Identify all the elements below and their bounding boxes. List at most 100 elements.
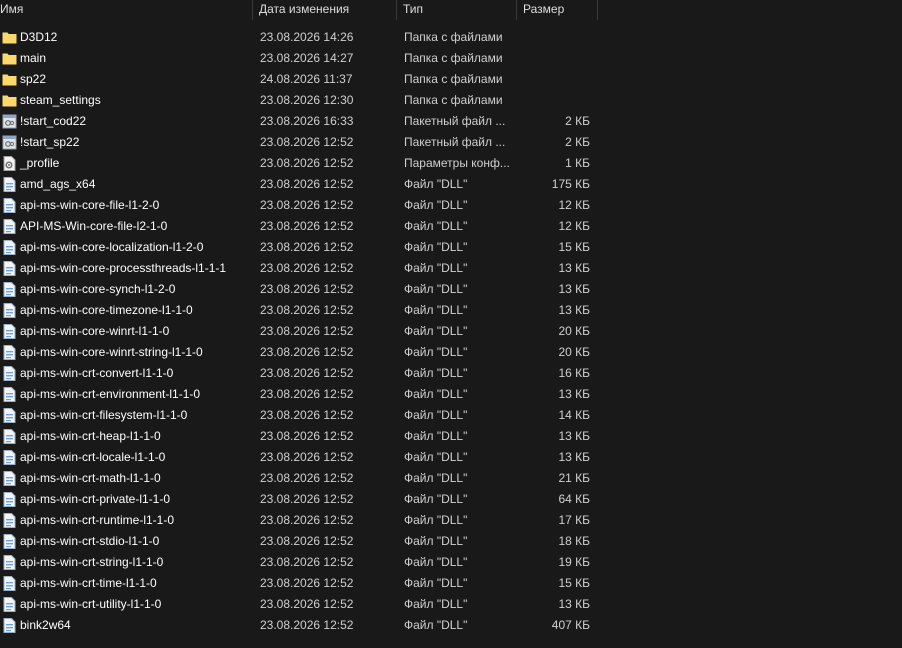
file-type: Файл "DLL" — [404, 471, 468, 485]
file-type: Файл "DLL" — [404, 429, 468, 443]
file-name: api-ms-win-core-winrt-string-l1-1-0 — [20, 345, 203, 359]
file-row[interactable]: _profile 23.08.2026 12:52 Параметры конф..… — [0, 153, 902, 174]
file-type: Файл "DLL" — [404, 345, 468, 359]
file-type: Файл "DLL" — [404, 408, 468, 422]
file-size: 1 КБ — [565, 156, 590, 170]
file-row[interactable]: amd_ags_x64 23.08.2026 12:52 Файл "DLL" 175… — [0, 174, 902, 195]
file-row[interactable]: main 23.08.2026 14:27 Папка с файлами — [0, 48, 902, 69]
column-header-type-label: Тип — [403, 2, 424, 16]
file-name: api-ms-win-crt-filesystem-l1-1-0 — [20, 408, 188, 422]
file-name: D3D12 — [20, 30, 58, 44]
file-row[interactable]: API-MS-Win-core-file-l2-1-0 23.08.2026 12… — [0, 216, 902, 237]
dll-file-icon — [2, 408, 17, 423]
dll-file-icon — [2, 513, 17, 528]
file-date: 23.08.2026 12:52 — [260, 555, 354, 569]
file-row[interactable]: api-ms-win-crt-utility-l1-1-0 23.08.2026 … — [0, 594, 902, 615]
file-row-partial[interactable]: · — [0, 639, 902, 648]
file-name: api-ms-win-crt-stdio-l1-1-0 — [20, 534, 160, 548]
file-date: 23.08.2026 12:52 — [260, 492, 354, 506]
file-size: 13 КБ — [558, 387, 590, 401]
file-date: 23.08.2026 12:52 — [260, 282, 354, 296]
file-type: Файл "DLL" — [404, 219, 468, 233]
column-header-size[interactable]: Размер — [517, 0, 598, 20]
file-type: Файл "DLL" — [404, 618, 468, 632]
file-row[interactable]: api-ms-win-crt-stdio-l1-1-0 23.08.2026 12… — [0, 531, 902, 552]
file-row[interactable]: api-ms-win-core-localization-l1-2-0 23.08… — [0, 237, 902, 258]
folder-icon — [2, 72, 17, 87]
file-type: Файл "DLL" — [404, 303, 468, 317]
column-header-date[interactable]: Дата изменения — [253, 0, 397, 20]
file-date: 23.08.2026 12:52 — [260, 219, 354, 233]
file-name: api-ms-win-core-file-l1-2-0 — [20, 198, 160, 212]
file-row[interactable]: api-ms-win-crt-environment-l1-1-0 23.08.2… — [0, 384, 902, 405]
file-date: 23.08.2026 12:52 — [260, 135, 354, 149]
file-date: 23.08.2026 12:52 — [260, 471, 354, 485]
file-date: 23.08.2026 14:26 — [260, 30, 354, 44]
file-name: sp22 — [20, 72, 47, 86]
file-name: _profile — [20, 156, 60, 170]
file-type: Файл "DLL" — [404, 555, 468, 569]
file-row[interactable]: api-ms-win-crt-heap-l1-1-0 23.08.2026 12:… — [0, 426, 902, 447]
file-size: 15 КБ — [558, 240, 590, 254]
file-size: 17 КБ — [558, 513, 590, 527]
file-row[interactable]: api-ms-win-crt-private-l1-1-0 23.08.2026 … — [0, 489, 902, 510]
file-row[interactable]: api-ms-win-core-winrt-string-l1-1-0 23.08… — [0, 342, 902, 363]
folder-icon — [2, 30, 17, 45]
file-type: Файл "DLL" — [404, 240, 468, 254]
dll-file-icon — [2, 219, 17, 234]
file-size: 20 КБ — [558, 324, 590, 338]
column-header-name[interactable]: Имя — [0, 0, 253, 20]
file-type: Пакетный файл ... — [404, 114, 506, 128]
file-row[interactable]: bink2w64 23.08.2026 12:52 Файл "DLL" 407 КБ — [0, 615, 902, 636]
file-size: 175 КБ — [551, 177, 590, 191]
file-date: 23.08.2026 12:52 — [260, 345, 354, 359]
config-file-icon — [2, 156, 17, 171]
file-row[interactable]: api-ms-win-crt-filesystem-l1-1-0 23.08.20… — [0, 405, 902, 426]
file-size: 13 КБ — [558, 261, 590, 275]
file-name: api-ms-win-crt-utility-l1-1-0 — [20, 597, 162, 611]
file-row[interactable]: api-ms-win-core-timezone-l1-1-0 23.08.202… — [0, 300, 902, 321]
file-type: Файл "DLL" — [404, 513, 468, 527]
file-name: !start_sp22 — [20, 135, 80, 149]
batch-file-icon — [2, 114, 17, 129]
file-size: 2 КБ — [565, 114, 590, 128]
file-row[interactable]: sp22 24.08.2026 11:37 Папка с файлами — [0, 69, 902, 90]
column-header-size-label: Размер — [523, 2, 565, 16]
file-list: D3D12 23.08.2026 14:26 Папка с файлами main… — [0, 27, 902, 636]
file-row[interactable]: api-ms-win-core-winrt-l1-1-0 23.08.2026 1… — [0, 321, 902, 342]
file-size: 13 КБ — [558, 597, 590, 611]
file-row[interactable]: api-ms-win-crt-string-l1-1-0 23.08.2026 1… — [0, 552, 902, 573]
column-header-name-label: Имя — [0, 2, 24, 16]
file-size: 15 КБ — [558, 576, 590, 590]
file-row[interactable]: api-ms-win-crt-convert-l1-1-0 23.08.2026 … — [0, 363, 902, 384]
file-date: 23.08.2026 12:52 — [260, 261, 354, 275]
file-row[interactable]: api-ms-win-crt-locale-l1-1-0 23.08.2026 1… — [0, 447, 902, 468]
file-type: Пакетный файл ... — [404, 135, 506, 149]
file-row[interactable]: !start_cod22 23.08.2026 16:33 Пакетный фай… — [0, 111, 902, 132]
file-row[interactable]: D3D12 23.08.2026 14:26 Папка с файлами — [0, 27, 902, 48]
file-row[interactable]: !start_sp22 23.08.2026 12:52 Пакетный файл… — [0, 132, 902, 153]
file-row[interactable]: api-ms-win-crt-runtime-l1-1-0 23.08.2026 … — [0, 510, 902, 531]
file-row[interactable]: api-ms-win-core-file-l1-2-0 23.08.2026 12… — [0, 195, 902, 216]
file-date: 23.08.2026 12:52 — [260, 387, 354, 401]
file-type: Файл "DLL" — [404, 387, 468, 401]
file-date: 23.08.2026 12:52 — [260, 450, 354, 464]
dll-file-icon — [2, 471, 17, 486]
file-date: 23.08.2026 12:52 — [260, 177, 354, 191]
file-row[interactable]: api-ms-win-core-processthreads-l1-1-1 23.… — [0, 258, 902, 279]
file-type: Файл "DLL" — [404, 198, 468, 212]
dll-file-icon — [2, 597, 17, 612]
file-row[interactable]: api-ms-win-crt-math-l1-1-0 23.08.2026 12:… — [0, 468, 902, 489]
file-size: 18 КБ — [558, 534, 590, 548]
file-row[interactable]: api-ms-win-core-synch-l1-2-0 23.08.2026 1… — [0, 279, 902, 300]
column-header-type[interactable]: Тип — [397, 0, 517, 20]
file-name: api-ms-win-crt-convert-l1-1-0 — [20, 366, 174, 380]
file-name: api-ms-win-core-winrt-l1-1-0 — [20, 324, 170, 338]
file-date: 23.08.2026 12:52 — [260, 303, 354, 317]
file-name: api-ms-win-crt-time-l1-1-0 — [20, 576, 157, 590]
file-name: steam_settings — [20, 93, 101, 107]
file-row[interactable]: steam_settings 23.08.2026 12:30 Папка с фа… — [0, 90, 902, 111]
file-name: api-ms-win-crt-private-l1-1-0 — [20, 492, 171, 506]
file-row[interactable]: api-ms-win-crt-time-l1-1-0 23.08.2026 12:… — [0, 573, 902, 594]
dll-file-icon — [2, 618, 17, 633]
